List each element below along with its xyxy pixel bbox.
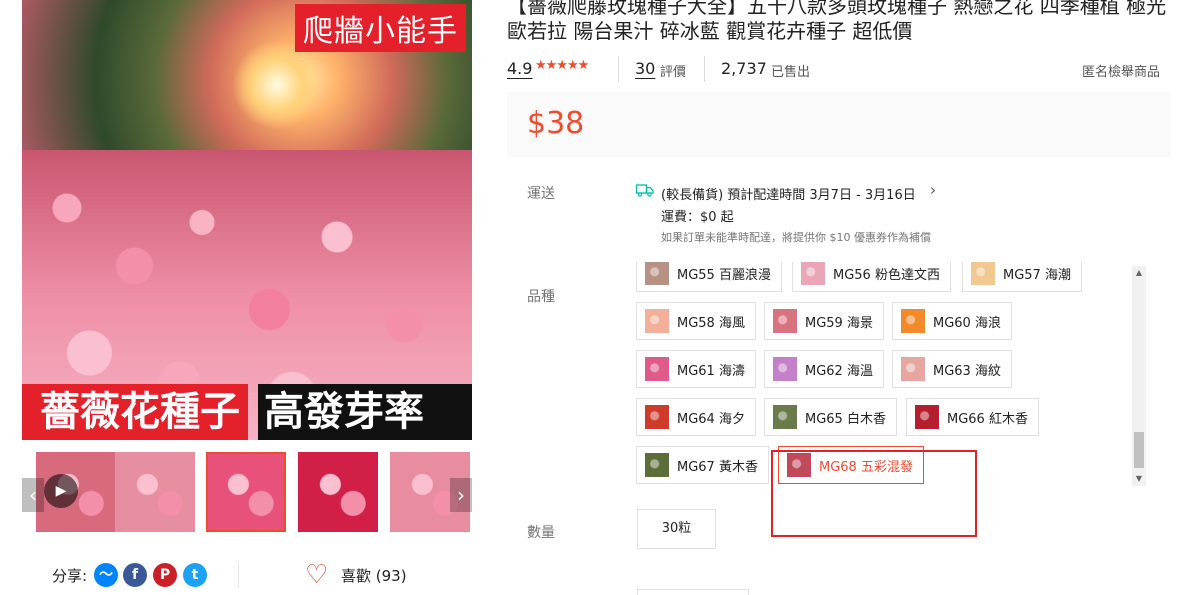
- quantity-option[interactable]: 30粒: [637, 509, 716, 549]
- variant-option-label: MG56 粉色達文西: [833, 267, 940, 283]
- variant-option[interactable]: MG64 海夕: [636, 398, 756, 436]
- rating-value[interactable]: 4.9: [507, 59, 532, 78]
- variant-swatch: [971, 262, 995, 285]
- scroll-up-icon[interactable]: ▲: [1132, 266, 1146, 280]
- variant-option[interactable]: MG60 海浪: [892, 302, 1012, 340]
- chevron-right-icon[interactable]: ›: [450, 478, 472, 512]
- twitter-icon[interactable]: t: [183, 563, 207, 587]
- sold-label: 已售出: [771, 65, 811, 80]
- banner-right-text: 高發芽率: [258, 384, 472, 440]
- variant-option-label: MG64 海夕: [677, 411, 745, 427]
- play-icon[interactable]: ▶: [44, 474, 78, 508]
- thumbnail-2[interactable]: [115, 452, 195, 532]
- variant-swatch: [645, 453, 669, 477]
- variant-swatch: [645, 262, 669, 285]
- star-rating-icon: ★★★★★: [535, 58, 589, 73]
- review-label: 評價: [660, 65, 687, 80]
- share-label: 分享:: [52, 567, 88, 585]
- delivery-guarantee-note: 如果訂單未能準時配達，將提供你 $10 優惠券作為補償: [661, 231, 931, 244]
- variant-swatch: [645, 309, 669, 333]
- promo-tag: 爬牆小能手: [295, 4, 466, 52]
- banner-left-text: 薔薇花種子: [22, 384, 248, 440]
- variant-option-label: MG67 黃木香: [677, 459, 758, 475]
- sunset-glow: [232, 40, 322, 130]
- variant-option-label: MG59 海景: [805, 315, 873, 331]
- quantity-stepper[interactable]: [637, 589, 749, 595]
- variant-option-label: MG66 紅木香: [947, 411, 1028, 427]
- annotation-highlight-box: [771, 450, 977, 537]
- variant-swatch: [773, 357, 797, 381]
- pinterest-icon[interactable]: P: [153, 563, 177, 587]
- variant-option[interactable]: MG55 百麗浪漫: [636, 262, 782, 292]
- variant-option[interactable]: MG56 粉色達文西: [792, 262, 951, 292]
- variant-option[interactable]: MG59 海景: [764, 302, 884, 340]
- variant-option[interactable]: MG61 海濤: [636, 350, 756, 388]
- scroll-down-icon[interactable]: ▼: [1132, 472, 1146, 486]
- variant-swatch: [645, 405, 669, 429]
- thumbnail-3[interactable]: [206, 452, 286, 532]
- divider: [704, 56, 705, 82]
- chevron-left-icon[interactable]: ‹: [22, 478, 44, 512]
- sold-count: 2,737: [721, 59, 767, 78]
- shipping-label: 運送: [527, 186, 555, 202]
- variant-option-label: MG63 海紋: [933, 363, 1001, 379]
- variant-option[interactable]: MG63 海紋: [892, 350, 1012, 388]
- variant-option[interactable]: MG58 海風: [636, 302, 756, 340]
- variant-option[interactable]: MG67 黃木香: [636, 446, 769, 484]
- divider: [238, 562, 239, 588]
- price-section: [507, 92, 1171, 158]
- variant-swatch: [773, 405, 797, 429]
- variant-swatch: [901, 309, 925, 333]
- variant-swatch: [773, 309, 797, 333]
- variant-swatch: [801, 262, 825, 285]
- shipping-fee: 運費：$0 起: [661, 210, 734, 225]
- variant-option-label: MG62 海溫: [805, 363, 873, 379]
- delivery-estimate[interactable]: (較長備貨) 預計配達時間 3月7日 - 3月16日: [661, 184, 916, 203]
- variant-option-label: MG61 海濤: [677, 363, 745, 379]
- variant-option-label: MG55 百麗浪漫: [677, 267, 771, 283]
- product-price: $38: [527, 106, 585, 141]
- report-product-link[interactable]: 匿名檢舉商品: [1082, 61, 1160, 80]
- product-main-image[interactable]: 爬牆小能手 薔薇花種子 高發芽率: [22, 0, 472, 440]
- variant-label: 品種: [527, 289, 555, 305]
- review-count[interactable]: 30: [635, 59, 655, 78]
- variant-option[interactable]: MG62 海溫: [764, 350, 884, 388]
- variant-option-label: MG57 海潮: [1003, 267, 1071, 283]
- variant-option-label: MG65 白木香: [805, 411, 886, 427]
- messenger-icon[interactable]: 〜: [94, 563, 118, 587]
- scrollbar-thumb[interactable]: [1134, 432, 1144, 468]
- variant-option[interactable]: MG65 白木香: [764, 398, 897, 436]
- variant-swatch: [645, 357, 669, 381]
- variant-option[interactable]: MG57 海潮: [962, 262, 1082, 292]
- truck-icon: [636, 184, 654, 197]
- product-title: 【薔薇爬藤玫瑰種子大全】五十八款多頭玫瑰種子 熱戀之花 四季種植 極光歐若拉 陽…: [507, 0, 1167, 43]
- thumbnail-4[interactable]: [298, 452, 378, 532]
- variant-option[interactable]: MG66 紅木香: [906, 398, 1039, 436]
- variant-option-label: MG58 海風: [677, 315, 745, 331]
- variant-swatch: [901, 357, 925, 381]
- quantity-label: 數量: [527, 525, 555, 541]
- chevron-right-icon[interactable]: ›: [930, 181, 936, 199]
- facebook-icon[interactable]: f: [123, 563, 147, 587]
- like-count[interactable]: 喜歡 (93): [341, 565, 407, 586]
- divider: [618, 56, 619, 82]
- variant-option-label: MG60 海浪: [933, 315, 1001, 331]
- heart-icon[interactable]: ♡: [305, 562, 328, 588]
- variant-swatch: [915, 405, 939, 429]
